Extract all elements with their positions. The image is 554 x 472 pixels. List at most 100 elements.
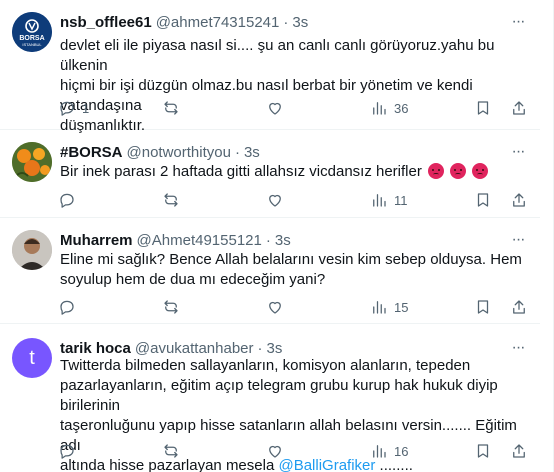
like-button[interactable] bbox=[266, 98, 290, 118]
tweet-actions: 15 bbox=[50, 297, 530, 317]
views-count: 15 bbox=[394, 299, 409, 315]
reply-button[interactable] bbox=[58, 297, 82, 317]
like-icon bbox=[269, 102, 281, 115]
more-icon[interactable]: ··· bbox=[508, 12, 528, 32]
reply-icon bbox=[60, 300, 74, 315]
tweet-header: #BORSA @notworthityou · 3s ··· bbox=[60, 142, 528, 162]
tweet-actions: 16 bbox=[50, 441, 530, 461]
bookmark-button[interactable] bbox=[474, 441, 492, 461]
author-name[interactable]: nsb_offlee61 bbox=[60, 14, 152, 31]
like-icon bbox=[269, 445, 281, 458]
avatar[interactable]: BORSA ISTANBUL bbox=[12, 12, 52, 52]
avatar-subtext: ISTANBUL bbox=[22, 42, 42, 47]
reply-button[interactable] bbox=[58, 190, 82, 210]
views-button[interactable]: 15 bbox=[370, 297, 408, 317]
share-button[interactable] bbox=[510, 98, 528, 118]
separator-dot: · bbox=[257, 339, 263, 357]
repost-icon bbox=[164, 444, 178, 458]
like-button[interactable] bbox=[266, 297, 290, 317]
more-icon[interactable]: ··· bbox=[508, 338, 528, 358]
tweet-text-line: Twitterda bilmeden sallayanların, komisy… bbox=[60, 357, 471, 374]
views-count: 11 bbox=[394, 192, 408, 208]
share-button[interactable] bbox=[510, 190, 528, 210]
tweet-text-line: Eline mi sağlık? Bence Allah belalarını … bbox=[60, 251, 522, 268]
bookmark-button[interactable] bbox=[474, 297, 492, 317]
repost-button[interactable] bbox=[162, 297, 186, 317]
views-icon bbox=[373, 301, 386, 314]
tweet-text-line: devlet eli ile piyasa nasıl si.... şu an… bbox=[60, 37, 495, 74]
author-name[interactable]: tarik hoca bbox=[60, 340, 131, 357]
tweet-text: devlet eli ile piyasa nasıl si.... şu an… bbox=[60, 36, 528, 136]
tweet-header: Muharrem @Ahmet49155121 · 3s ··· bbox=[60, 230, 528, 250]
tweet-text-line: soyulup hem de dua mı edeceğim yani? bbox=[60, 271, 326, 288]
share-icon bbox=[513, 300, 525, 314]
separator-dot: · bbox=[283, 13, 289, 31]
share-button[interactable] bbox=[510, 297, 528, 317]
separator-dot: · bbox=[265, 231, 271, 249]
reply-button[interactable] bbox=[58, 441, 82, 461]
bookmark-button[interactable] bbox=[474, 190, 492, 210]
avatar[interactable]: t bbox=[12, 338, 52, 378]
views-button[interactable]: 36 bbox=[370, 98, 408, 118]
author-handle[interactable]: @ahmet74315241 bbox=[156, 14, 280, 31]
like-button[interactable] bbox=[266, 441, 290, 461]
tweet-timestamp[interactable]: 3s bbox=[244, 144, 260, 161]
avatar[interactable] bbox=[12, 142, 52, 182]
author-handle[interactable]: @notworthityou bbox=[127, 144, 231, 161]
person-photo-avatar bbox=[12, 230, 52, 270]
tweet-timestamp[interactable]: 3s bbox=[292, 14, 308, 31]
tweet[interactable]: t tarik hoca @avukattanhaber · 3s ··· Tw… bbox=[0, 324, 540, 472]
angry-face-emoji bbox=[472, 163, 489, 179]
share-button[interactable] bbox=[510, 441, 528, 461]
angry-face-emoji bbox=[450, 163, 467, 179]
more-icon[interactable]: ··· bbox=[508, 142, 528, 162]
share-icon bbox=[513, 101, 525, 115]
tweet-header: tarik hoca @avukattanhaber · 3s ··· bbox=[60, 338, 528, 358]
views-button[interactable]: 11 bbox=[370, 190, 408, 210]
views-icon bbox=[373, 102, 386, 115]
tweet-text: Bir inek parası 2 haftada gitti allahsız… bbox=[60, 162, 528, 182]
author-name[interactable]: Muharrem bbox=[60, 232, 133, 249]
author-name[interactable]: #BORSA bbox=[60, 144, 123, 161]
reply-button[interactable]: 1 bbox=[58, 98, 89, 118]
author-handle[interactable]: @Ahmet49155121 bbox=[137, 232, 262, 249]
reply-icon bbox=[60, 444, 74, 459]
reply-icon bbox=[60, 193, 74, 208]
views-button[interactable]: 16 bbox=[370, 441, 408, 461]
tweet-actions: 1 36 bbox=[50, 98, 530, 118]
tweet[interactable]: BORSA ISTANBUL nsb_offlee61 @ahmet743152… bbox=[0, 0, 540, 134]
bookmark-button[interactable] bbox=[474, 98, 492, 118]
repost-button[interactable] bbox=[162, 98, 186, 118]
tweet-header: nsb_offlee61 @ahmet74315241 · 3s ··· bbox=[60, 12, 528, 32]
bookmark-icon bbox=[477, 101, 489, 115]
avatar-letter: t bbox=[29, 347, 35, 369]
bookmark-icon bbox=[477, 444, 489, 458]
bookmark-icon bbox=[477, 193, 489, 207]
avatar-text: BORSA bbox=[19, 35, 44, 42]
tweet-text-line: Bir inek parası 2 haftada gitti allahsız… bbox=[60, 163, 422, 180]
repost-icon bbox=[164, 193, 178, 207]
repost-button[interactable] bbox=[162, 441, 186, 461]
tweet-text: Eline mi sağlık? Bence Allah belalarını … bbox=[60, 250, 528, 290]
author-handle[interactable]: @avukattanhaber bbox=[135, 340, 254, 357]
share-icon bbox=[513, 444, 525, 458]
tweet[interactable]: #BORSA @notworthityou · 3s ··· Bir inek … bbox=[0, 130, 540, 218]
more-icon[interactable]: ··· bbox=[508, 230, 528, 250]
tweet-text-line: pazarlayanların, eğitim açıp telegram gr… bbox=[60, 377, 498, 414]
separator-dot: · bbox=[234, 143, 240, 161]
like-icon bbox=[269, 301, 281, 314]
repost-button[interactable] bbox=[162, 190, 186, 210]
tweet[interactable]: Muharrem @Ahmet49155121 · 3s ··· Eline m… bbox=[0, 218, 540, 324]
timeline-feed: BORSA ISTANBUL nsb_offlee61 @ahmet743152… bbox=[0, 0, 554, 472]
tweet-timestamp[interactable]: 3s bbox=[267, 340, 283, 357]
borsa-istanbul-logo: BORSA ISTANBUL bbox=[12, 12, 52, 52]
repost-icon bbox=[164, 300, 178, 314]
like-button[interactable] bbox=[266, 190, 290, 210]
views-count: 36 bbox=[394, 100, 409, 116]
like-icon bbox=[269, 194, 281, 207]
avatar[interactable] bbox=[12, 230, 52, 270]
reply-count: 1 bbox=[82, 100, 90, 116]
views-count: 16 bbox=[394, 443, 409, 459]
tweet-timestamp[interactable]: 3s bbox=[275, 232, 291, 249]
angry-face-emoji bbox=[428, 163, 445, 179]
